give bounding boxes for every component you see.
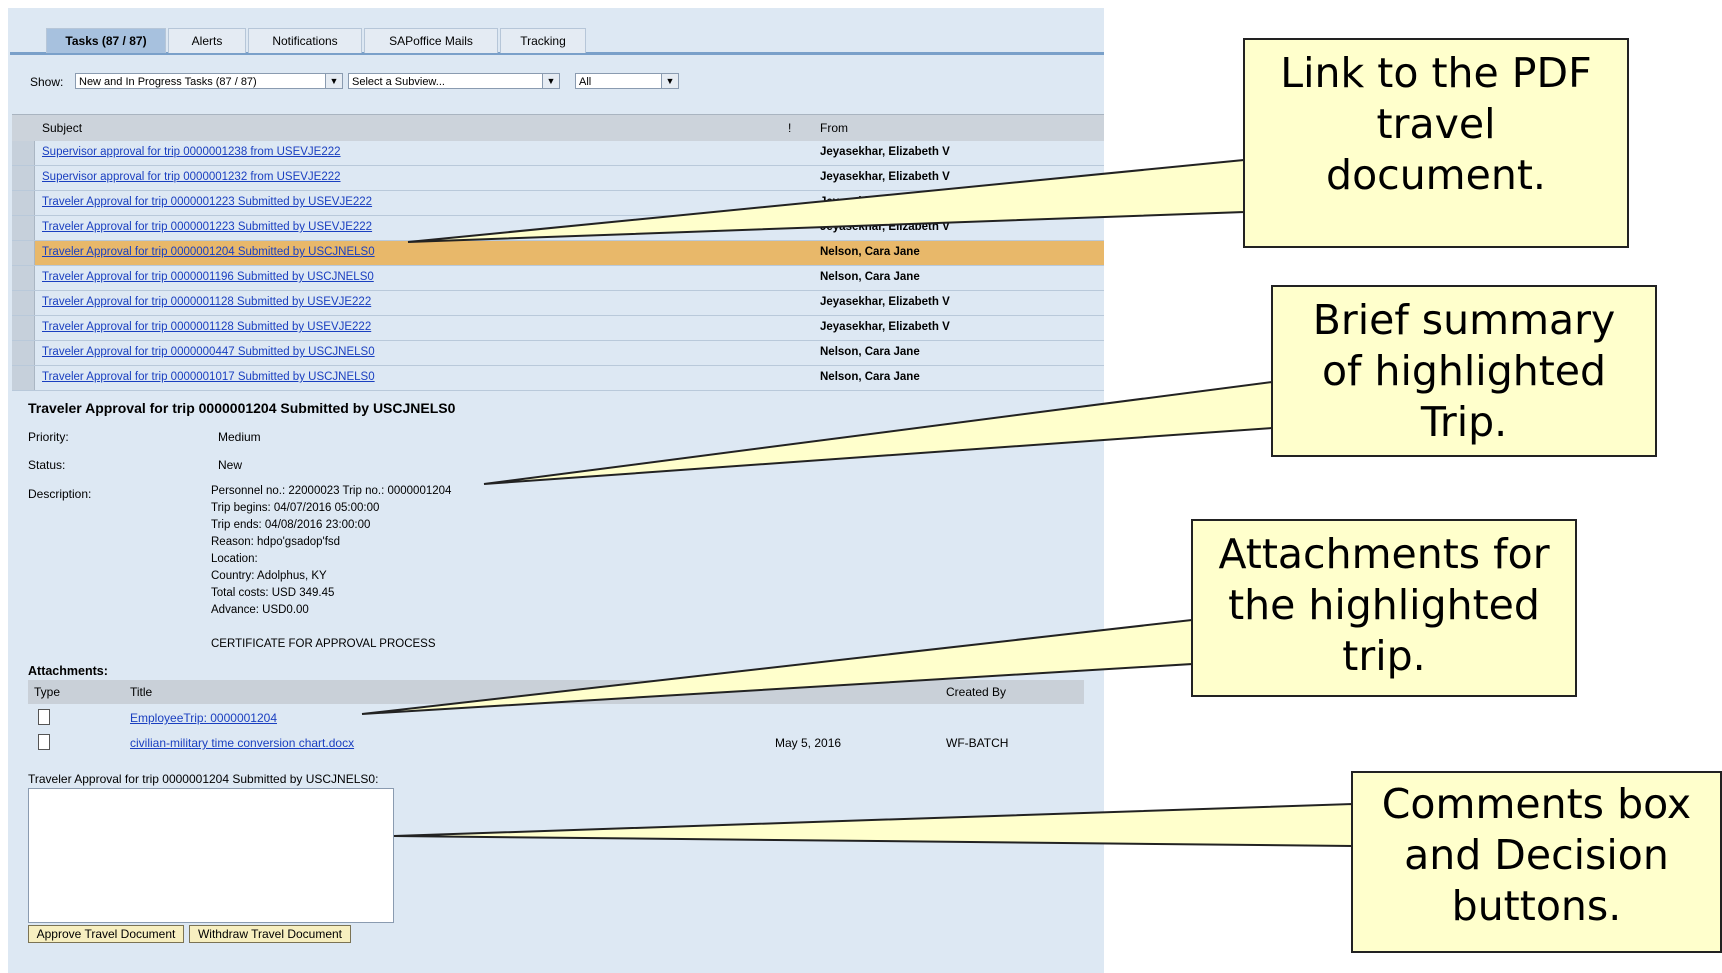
callout-pointer-pdf bbox=[407, 158, 1245, 243]
callout-line: and Decision bbox=[1404, 831, 1669, 879]
callout-line: trip. bbox=[1342, 632, 1426, 680]
callout-line: of highlighted bbox=[1321, 347, 1607, 395]
callout-comments-buttons: Comments box and Decision buttons. bbox=[1351, 771, 1722, 953]
callout-pointer-summary bbox=[483, 380, 1273, 485]
callout-pointer-attachments bbox=[361, 618, 1193, 715]
callout-line: Link to the PDF bbox=[1280, 49, 1592, 97]
callout-line: buttons. bbox=[1451, 882, 1622, 930]
callout-line: Attachments for bbox=[1218, 530, 1550, 578]
callout-line: travel bbox=[1376, 100, 1496, 148]
callout-pdf-link: Link to the PDF travel document. bbox=[1243, 38, 1629, 248]
callout-line: the highlighted bbox=[1228, 581, 1540, 629]
callout-line: document. bbox=[1326, 151, 1546, 199]
callout-line: Brief summary bbox=[1312, 296, 1616, 344]
callout-attachments: Attachments for the highlighted trip. bbox=[1191, 519, 1577, 697]
callout-trip-summary: Brief summary of highlighted Trip. bbox=[1271, 285, 1657, 457]
callout-line: Comments box bbox=[1381, 780, 1692, 828]
callout-pointer-comments bbox=[393, 802, 1353, 848]
callout-line: Trip. bbox=[1420, 398, 1508, 446]
